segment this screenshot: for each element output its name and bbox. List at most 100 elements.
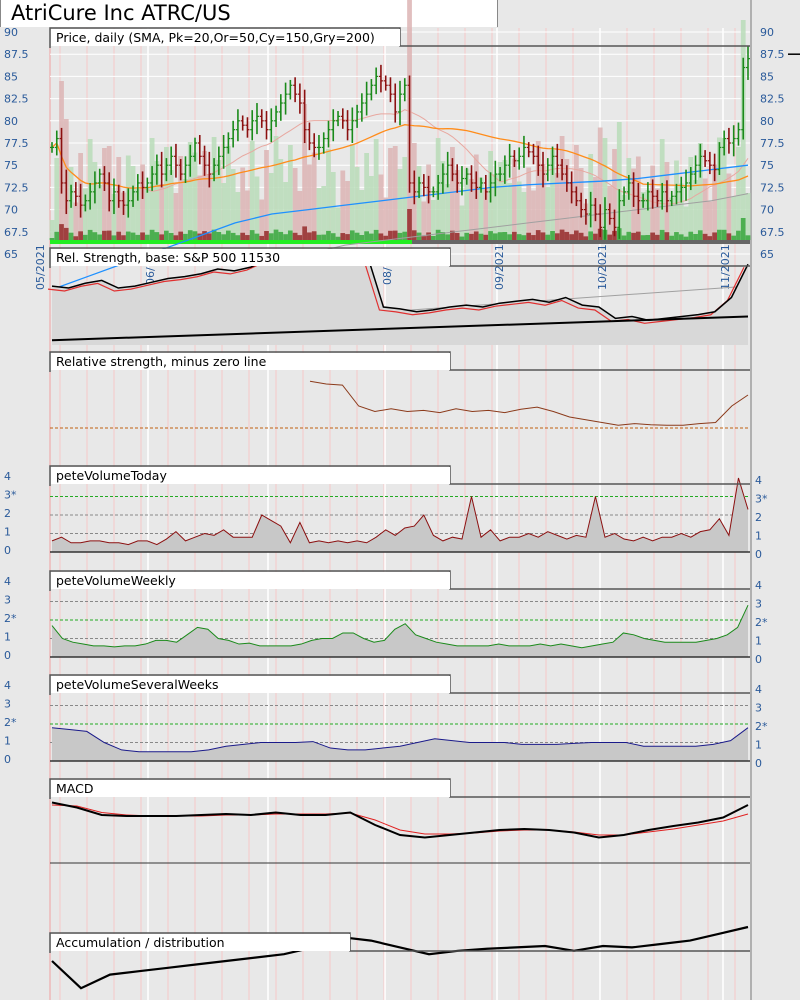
volume-bar-small — [554, 233, 560, 240]
volume-bar-small — [454, 233, 460, 240]
volume-bar-small — [459, 236, 465, 240]
volume-bar-small — [307, 232, 312, 240]
volume-bar-small — [578, 232, 584, 240]
volume-bar — [512, 158, 517, 240]
y-tick-left: 4 — [4, 679, 11, 692]
volume-bar-small — [54, 231, 60, 240]
y-tick-left: 4 — [4, 575, 11, 588]
volume-bar-small — [521, 235, 527, 240]
volume-bar-small — [402, 231, 408, 240]
y-tick-right: 1 — [755, 739, 762, 752]
volume-bar-small — [268, 233, 274, 240]
volume-bar — [49, 220, 55, 240]
volume-bar-small — [631, 232, 636, 240]
volume-bar-small — [607, 234, 613, 240]
volume-bar — [240, 167, 246, 240]
volume-bar-small — [669, 235, 675, 240]
volume-bar-small — [335, 236, 341, 240]
volume-bar — [397, 169, 403, 240]
volume-bar-small — [149, 229, 155, 240]
volume-bar — [192, 152, 198, 240]
y-tick-left: 4 — [4, 470, 11, 483]
volume-bar-small — [287, 230, 293, 240]
volume-bar — [245, 190, 250, 240]
volume-bar-small — [736, 230, 741, 240]
volume-bar-small — [297, 235, 303, 240]
volume-bar — [292, 168, 298, 240]
volume-bar-small — [674, 232, 679, 240]
volume-bar-small — [411, 230, 417, 240]
volume-bar-small — [583, 236, 589, 240]
volume-bar-small — [640, 235, 646, 240]
y-tick-right: 2* — [755, 616, 768, 629]
volume-bar-small — [330, 233, 336, 240]
volume-bar-small — [650, 232, 656, 240]
date-label: 09/2021 — [493, 244, 506, 290]
chart-canvas: 90 90 87.5 87.5 85 85 82.5 82.5 80 80 77.5 77.5 75 75… — [4, 0, 800, 1000]
price-tick-right: 65 — [760, 248, 774, 261]
volume-bar-small — [469, 233, 474, 240]
volume-bar — [259, 199, 265, 240]
price-tick-left: 85 — [4, 70, 18, 83]
volume-bar-small — [707, 236, 713, 240]
y-tick-right: 3 — [755, 598, 762, 611]
volume-bar-small — [574, 230, 579, 240]
volume-bar — [273, 136, 279, 240]
price-tick-right: 75 — [760, 159, 774, 172]
volume-bar-small — [283, 234, 288, 240]
volume-bar — [364, 153, 370, 240]
panel-title-bg — [51, 780, 450, 797]
volume-bar — [559, 136, 565, 240]
price-tick-left: 80 — [4, 115, 18, 128]
volume-bar-small — [464, 232, 470, 240]
price-tick-right: 80 — [760, 115, 774, 128]
volume-bar-small — [82, 234, 88, 240]
volume-bar-small — [388, 230, 393, 240]
volume-bar-small — [359, 235, 365, 240]
volume-bar-small — [168, 233, 174, 240]
volume-bar-small — [545, 234, 551, 240]
volume-bar-small — [159, 234, 165, 240]
volume-bar-small — [645, 235, 651, 240]
volume-bar-small — [116, 231, 122, 240]
volume-bar-small — [230, 232, 236, 240]
volume-bar-small — [688, 231, 694, 240]
price-tick-left: 77.5 — [4, 137, 29, 150]
volume-bar-small — [445, 234, 451, 240]
volume-bar-small — [259, 235, 265, 240]
volume-bar-small — [507, 234, 513, 240]
price-tick-left: 70 — [4, 204, 18, 217]
volume-bar-small — [621, 235, 627, 240]
price-tick-left: 65 — [4, 248, 18, 261]
volume-bar-small — [130, 232, 136, 240]
volume-bar-small — [73, 236, 79, 240]
volume-bar-small — [383, 235, 389, 240]
trend-strip-gray — [412, 240, 750, 244]
volume-bar-small — [492, 233, 498, 240]
volume-bar-small — [740, 218, 746, 240]
volume-bar-small — [726, 233, 732, 240]
panel-title: Rel. Strength, base: S&P 500 11530 — [56, 250, 280, 265]
volume-bar-small — [407, 209, 412, 240]
price-tick-left: 72.5 — [4, 181, 29, 194]
volume-bar-small — [531, 235, 536, 240]
volume-bar — [359, 190, 365, 240]
volume-bar — [102, 148, 107, 240]
panel-title: Accumulation / distribution — [56, 935, 225, 950]
volume-bar-small — [378, 233, 384, 240]
volume-bar-small — [254, 233, 260, 240]
price-tick-left: 90 — [4, 26, 18, 39]
volume-bar-small — [302, 226, 308, 240]
volume-bar-small — [693, 234, 698, 240]
y-tick-right: 2* — [755, 720, 768, 733]
volume-bar-small — [678, 234, 684, 240]
volume-bar-small — [659, 229, 665, 240]
y-tick-right: 3* — [755, 493, 768, 506]
volume-bar-small — [221, 234, 226, 240]
date-label: 11/2021 — [719, 244, 732, 290]
volume-bar — [183, 179, 188, 240]
volume-bar-small — [63, 227, 69, 240]
volume-bar-small — [326, 230, 331, 240]
y-tick-right: 0 — [755, 653, 762, 666]
volume-bar-small — [59, 224, 64, 240]
